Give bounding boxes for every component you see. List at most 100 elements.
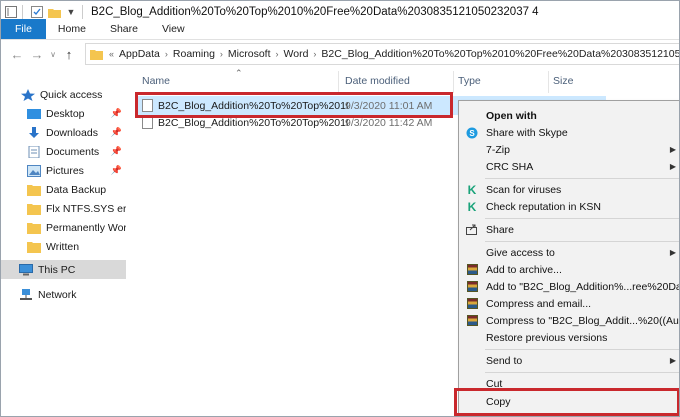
copy-highlight-box	[454, 388, 679, 416]
menu-item-label: Open with	[486, 109, 537, 122]
submenu-arrow-icon: ▶	[669, 248, 676, 257]
breadcrumb-appdata[interactable]: AppData	[119, 48, 160, 60]
menu-item-label: Send to	[486, 354, 523, 367]
new-folder-icon[interactable]	[47, 5, 61, 19]
nav-item-label: Permanently Word	[46, 221, 126, 234]
column-header-type[interactable]: Type	[458, 71, 481, 91]
breadcrumb-word[interactable]: Word	[284, 48, 309, 60]
tab-share[interactable]: Share	[98, 19, 150, 39]
menu-item-label: Add to "B2C_Blog_Addition%...ree%20Data%…	[486, 280, 680, 293]
winrar-icon	[466, 264, 478, 275]
menu-item-scan-for-viruses[interactable]: K Scan for viruses	[459, 181, 679, 198]
downloads-icon	[29, 126, 39, 138]
menu-item-give-access-to[interactable]: Give access to ▶	[459, 244, 679, 261]
winrar-icon	[466, 315, 478, 326]
selected-file-highlight-box	[135, 92, 453, 118]
breadcrumb-separator-icon: ›	[164, 49, 168, 59]
nav-item-label: Flx NTFS.SYS error	[46, 202, 126, 215]
nav-item-documents[interactable]: Documents 📌	[1, 142, 126, 161]
nav-this-pc[interactable]: This PC	[1, 260, 126, 279]
menu-item-label: Restore previous versions	[486, 331, 608, 344]
network-icon	[20, 288, 32, 300]
forward-arrow-icon[interactable]: →	[27, 44, 47, 64]
menu-item-crc-sha[interactable]: CRC SHA ▶	[459, 158, 679, 175]
menu-item-share[interactable]: Share	[459, 221, 679, 238]
kaspersky-icon: K	[467, 182, 477, 197]
pictures-icon	[27, 164, 41, 177]
menu-item-7-zip[interactable]: 7-Zip ▶	[459, 141, 679, 158]
nav-item-desktop[interactable]: Desktop 📌	[1, 104, 126, 123]
nav-quick-access[interactable]: Quick access	[21, 85, 126, 104]
breadcrumb-current-folder[interactable]: B2C_Blog_Addition%20To%20Top%2010%20Free…	[321, 48, 679, 60]
menu-item-open-with[interactable]: Open with	[459, 107, 679, 124]
folder-icon	[27, 203, 41, 215]
nav-item-label: Data Backup	[46, 183, 107, 196]
file-explorer-window: ▼ B2C_Blog_Addition%20To%20Top%2010%20Fr…	[0, 0, 680, 417]
nav-item-label: Desktop	[46, 107, 85, 120]
menu-item-share-with-skype[interactable]: S Share with Skype	[459, 124, 679, 141]
menu-separator	[485, 372, 679, 373]
file-date-modified: 9/3/2020 11:42 AM	[345, 116, 433, 129]
folder-icon	[27, 222, 41, 234]
menu-separator	[485, 349, 679, 350]
column-header-name[interactable]: Name	[142, 71, 170, 91]
nav-item-written[interactable]: Written	[1, 237, 126, 256]
menu-item-compress-and-email[interactable]: Compress and email...	[459, 295, 679, 312]
breadcrumb-separator-icon: ›	[313, 49, 317, 59]
menu-item-label: 7-Zip	[486, 143, 510, 156]
menu-item-label: CRC SHA	[486, 160, 534, 173]
nav-item-label: Pictures	[46, 164, 84, 177]
back-arrow-icon[interactable]: ←	[7, 44, 27, 64]
tab-file[interactable]: File	[1, 19, 46, 39]
quick-access-toolbar-icon[interactable]	[4, 5, 18, 19]
nav-item-data-backup[interactable]: Data Backup	[1, 180, 126, 199]
navigation-bar: ← → ∨ ↑ « AppData › Roaming › Microsoft …	[1, 40, 679, 68]
nav-item-flx-ntfs-sys-error[interactable]: Flx NTFS.SYS error	[1, 199, 126, 218]
menu-item-label: Scan for viruses	[486, 183, 562, 196]
menu-item-add-to-named-archive[interactable]: Add to "B2C_Blog_Addition%...ree%20Data%…	[459, 278, 680, 295]
svg-text:S: S	[469, 129, 475, 138]
nav-this-pc-label: This PC	[38, 263, 76, 276]
breadcrumb-microsoft[interactable]: Microsoft	[228, 48, 271, 60]
nav-item-permanently-word[interactable]: Permanently Word	[1, 218, 126, 237]
menu-item-send-to[interactable]: Send to ▶	[459, 352, 679, 369]
menu-separator	[485, 218, 679, 219]
kaspersky-icon: K	[467, 199, 477, 214]
submenu-arrow-icon: ▶	[669, 356, 676, 365]
overflow-chevron-icon[interactable]: «	[109, 49, 114, 59]
menu-item-label: Check reputation in KSN	[486, 200, 601, 213]
menu-item-label: Share	[486, 223, 515, 236]
toolbar-divider	[22, 5, 23, 19]
menu-item-label: Give access to	[486, 246, 555, 259]
address-bar[interactable]: « AppData › Roaming › Microsoft › Word ›…	[85, 43, 679, 65]
up-arrow-icon[interactable]: ↑	[59, 44, 79, 64]
window-title: B2C_Blog_Addition%20To%20Top%2010%20Free…	[91, 6, 539, 18]
recent-locations-chevron-icon[interactable]: ∨	[47, 44, 59, 64]
menu-item-restore-previous-versions[interactable]: Restore previous versions	[459, 329, 679, 346]
submenu-arrow-icon: ▶	[669, 145, 676, 154]
menu-item-check-reputation-ksn[interactable]: K Check reputation in KSN	[459, 198, 679, 215]
tab-view[interactable]: View	[150, 19, 197, 39]
submenu-arrow-icon: ▶	[669, 162, 676, 171]
breadcrumb-separator-icon: ›	[275, 49, 279, 59]
nav-item-downloads[interactable]: Downloads 📌	[1, 123, 126, 142]
nav-network[interactable]: Network	[1, 285, 126, 304]
nav-network-label: Network	[38, 288, 77, 301]
customize-toolbar-dropdown-icon[interactable]: ▼	[64, 5, 78, 19]
menu-item-compress-to-named-archive[interactable]: Compress to "B2C_Blog_Addit...%20((Autos…	[459, 312, 679, 329]
nav-item-label: Documents	[46, 145, 100, 158]
column-header-date-modified[interactable]: Date modified	[345, 71, 410, 91]
desktop-icon	[27, 108, 41, 119]
folder-icon	[27, 184, 41, 196]
properties-icon[interactable]	[30, 5, 44, 19]
pin-icon: 📌	[110, 127, 122, 137]
nav-item-label: Downloads	[46, 126, 98, 139]
menu-item-add-to-archive[interactable]: Add to archive...	[459, 261, 679, 278]
tab-home[interactable]: Home	[46, 19, 98, 39]
column-divider	[548, 71, 549, 93]
column-header-size[interactable]: Size	[553, 71, 573, 91]
pin-icon: 📌	[110, 108, 122, 118]
nav-item-pictures[interactable]: Pictures 📌	[1, 161, 126, 180]
navigation-pane: Quick access Desktop 📌 Downloads 📌 Docum…	[1, 68, 126, 416]
breadcrumb-roaming[interactable]: Roaming	[173, 48, 215, 60]
